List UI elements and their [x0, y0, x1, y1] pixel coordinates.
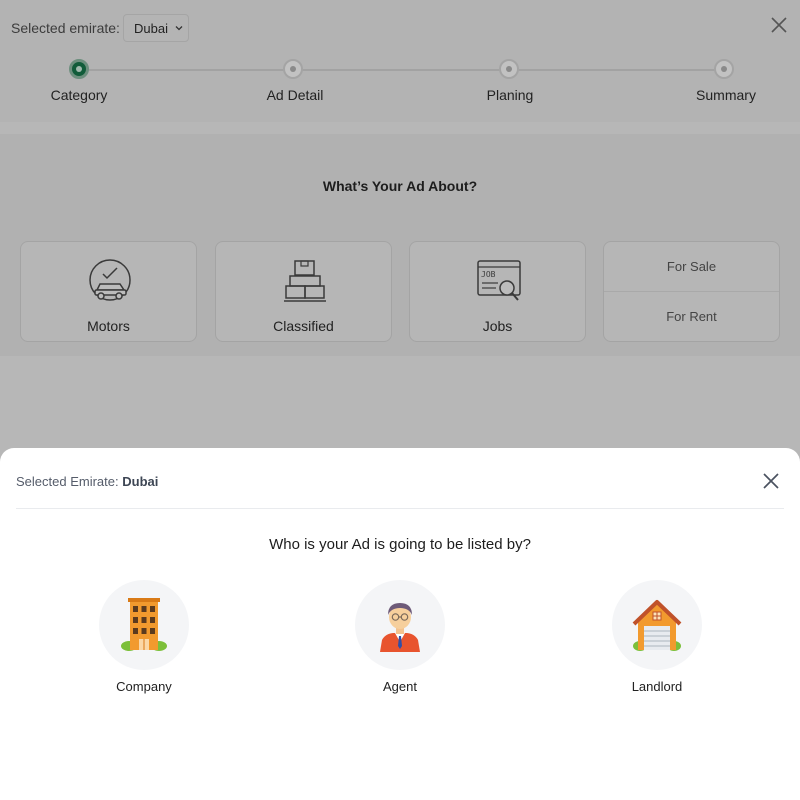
step-dot-ad-detail — [283, 59, 303, 79]
sheet-emirate-label: Selected Emirate: — [16, 474, 119, 489]
option-label: Agent — [383, 679, 417, 694]
option-label: Company — [116, 679, 172, 694]
step-dot-planing — [499, 59, 519, 79]
option-label: Landlord — [631, 679, 683, 694]
sheet-emirate-value: Dubai — [122, 474, 159, 489]
option-agent[interactable]: Agent — [340, 580, 460, 694]
for-rent-option[interactable]: For Rent — [604, 292, 779, 342]
house-icon — [632, 600, 682, 651]
step-dot-summary — [714, 59, 734, 79]
option-landlord[interactable]: Landlord — [597, 580, 717, 694]
option-circle — [99, 580, 189, 670]
option-company[interactable]: Company — [84, 580, 204, 694]
category-label: Jobs — [482, 318, 513, 334]
category-card-classified[interactable]: Classified — [215, 241, 392, 342]
building-icon — [121, 598, 167, 651]
listed-by-sheet: Selected Emirate: Dubai Who is your Ad i… — [0, 448, 800, 800]
sheet-title: Who is your Ad is going to be listed by? — [269, 536, 531, 553]
step-label-category: Category — [50, 87, 108, 103]
emirate-select-value: Dubai — [134, 20, 168, 36]
category-card-motors[interactable]: Motors — [20, 241, 197, 342]
emirate-select[interactable]: Dubai — [123, 14, 189, 42]
boxes-icon — [284, 260, 326, 302]
step-dot-category — [69, 59, 89, 79]
agent-icon — [380, 603, 420, 652]
close-icon[interactable] — [770, 16, 788, 34]
category-card-jobs[interactable]: JOB Jobs — [409, 241, 586, 342]
sheet-divider — [16, 508, 784, 509]
ad-about-question: What’s Your Ad About? — [322, 178, 478, 194]
step-label-ad-detail: Ad Detail — [266, 87, 324, 103]
sheet-emirate: Selected Emirate: Dubai — [16, 474, 158, 489]
property-card: For Sale For Rent — [603, 241, 780, 342]
for-sale-option[interactable]: For Sale — [604, 242, 779, 292]
option-circle — [612, 580, 702, 670]
close-icon[interactable] — [762, 472, 780, 490]
category-label: Motors — [87, 318, 130, 334]
chevron-down-icon — [175, 26, 183, 31]
svg-text:JOB: JOB — [481, 270, 496, 279]
option-circle — [355, 580, 445, 670]
category-label: Classified — [273, 318, 334, 334]
step-label-summary: Summary — [696, 87, 756, 103]
job-search-icon: JOB — [477, 260, 521, 301]
step-label-planing: Planing — [486, 87, 534, 103]
emirate-label: Selected emirate: — [11, 20, 120, 36]
car-icon — [89, 259, 131, 301]
top-bar: Selected emirate: Dubai Category Ad Deta… — [0, 0, 800, 122]
stepper-line — [79, 69, 725, 71]
